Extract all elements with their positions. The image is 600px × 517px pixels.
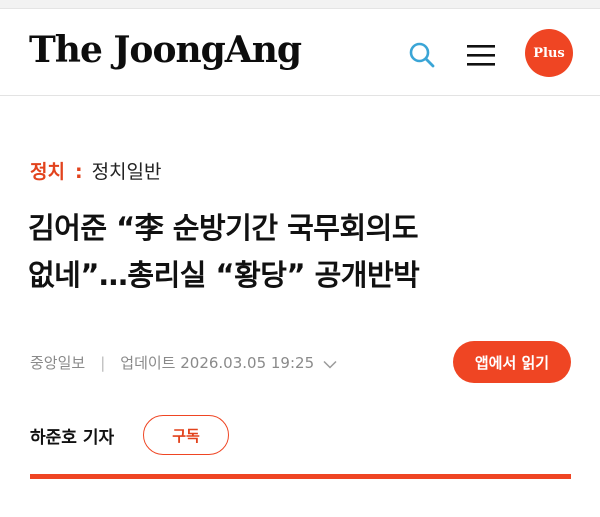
breadcrumb: 정치: 정치일반 (30, 158, 162, 186)
hamburger-menu-icon (467, 45, 495, 66)
accent-divider (30, 474, 571, 479)
reporter-name[interactable]: 하준호 기자 (30, 426, 114, 450)
subscribe-button[interactable]: 구독 (143, 415, 229, 455)
updated-timestamp[interactable]: 업데이트 2026.03.05 19:25 (120, 351, 314, 375)
search-button[interactable] (404, 37, 440, 73)
menu-button[interactable] (462, 37, 500, 73)
plus-subscription-button[interactable]: Plus (525, 29, 573, 77)
open-in-app-button[interactable]: 앱에서 읽기 (453, 341, 571, 383)
chevron-down-icon[interactable] (323, 352, 337, 376)
headline-line-2: 없네”…총리실 “황당” 공개반박 (28, 258, 420, 292)
breadcrumb-subsection[interactable]: 정치일반 (92, 161, 162, 183)
article-source: 중앙일보 (30, 354, 86, 372)
meta-divider: | (100, 354, 106, 372)
site-logo[interactable]: The JoongAng (29, 27, 302, 73)
site-header: The JoongAng Plus (0, 9, 600, 96)
breadcrumb-separator: : (74, 161, 83, 183)
search-icon (409, 42, 435, 68)
headline-line-1: 김어준 “李 순방기간 국무회의도 (28, 211, 419, 245)
article-headline: 김어준 “李 순방기간 국무회의도 없네”…총리실 “황당” 공개반박 (28, 205, 573, 299)
article-meta: 중앙일보 | 업데이트 2026.03.05 19:25 (30, 350, 337, 376)
breadcrumb-section[interactable]: 정치 (30, 161, 65, 183)
status-strip (0, 0, 600, 9)
